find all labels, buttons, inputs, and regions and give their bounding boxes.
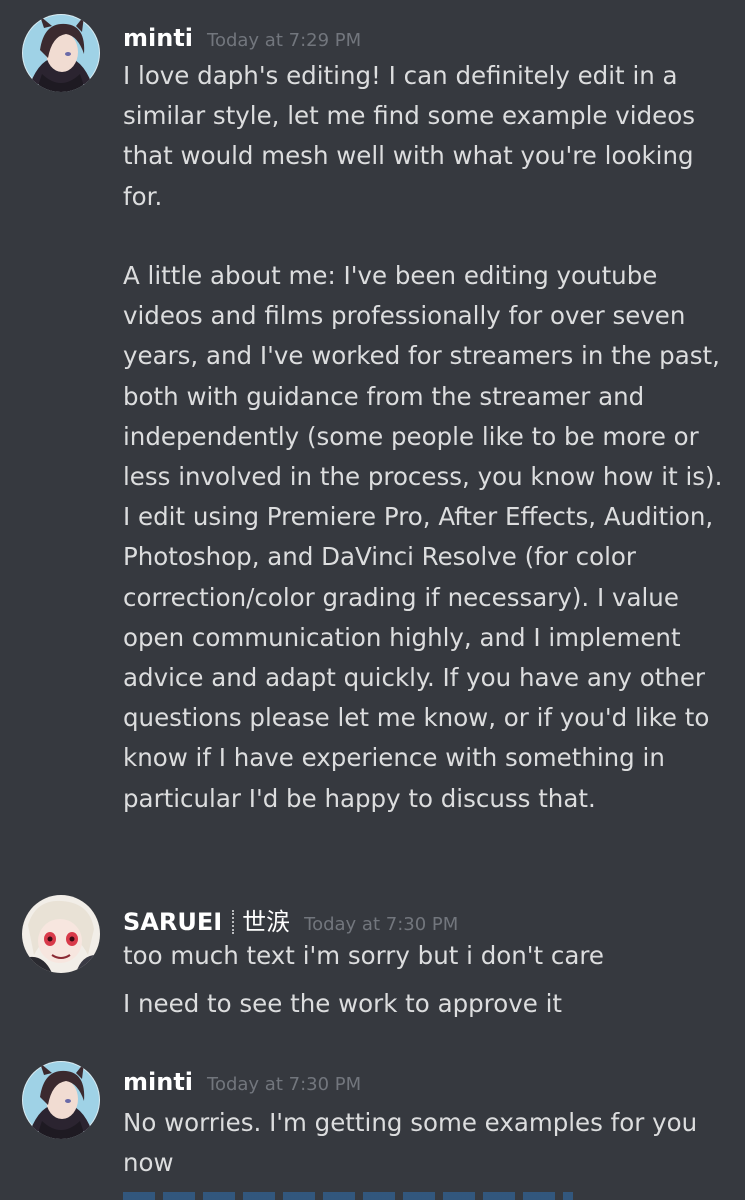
username[interactable]: SARUEI — [123, 908, 222, 936]
message-text: No worries. I'm getting some examples fo… — [123, 1108, 698, 1178]
message-text: too much text i'm sorry but i don't care — [123, 941, 605, 970]
name-separator — [232, 910, 235, 934]
message-header: minti Today at 7:30 PM — [123, 1068, 361, 1096]
message-header: minti Today at 7:29 PM — [123, 24, 361, 52]
avatar-saruei-icon[interactable] — [22, 895, 100, 973]
avatar-minti-icon[interactable] — [22, 14, 100, 92]
cut-off-link[interactable] — [123, 1192, 573, 1200]
username-tag: 世涙 — [242, 908, 291, 936]
timestamp[interactable]: Today at 7:30 PM — [207, 1074, 361, 1095]
message-text: I love daph's editing! I can definitely … — [123, 61, 695, 211]
message-text: I need to see the work to approve it — [123, 989, 562, 1018]
username[interactable]: minti — [123, 1068, 193, 1096]
avatar-minti-icon[interactable] — [22, 1061, 100, 1139]
message-header: SARUEI 世涙 Today at 7:30 PM — [123, 902, 458, 937]
message-text: A little about me: I've been editing you… — [123, 261, 723, 813]
username[interactable]: minti — [123, 24, 193, 52]
timestamp[interactable]: Today at 7:29 PM — [207, 30, 361, 51]
timestamp[interactable]: Today at 7:30 PM — [304, 914, 458, 935]
